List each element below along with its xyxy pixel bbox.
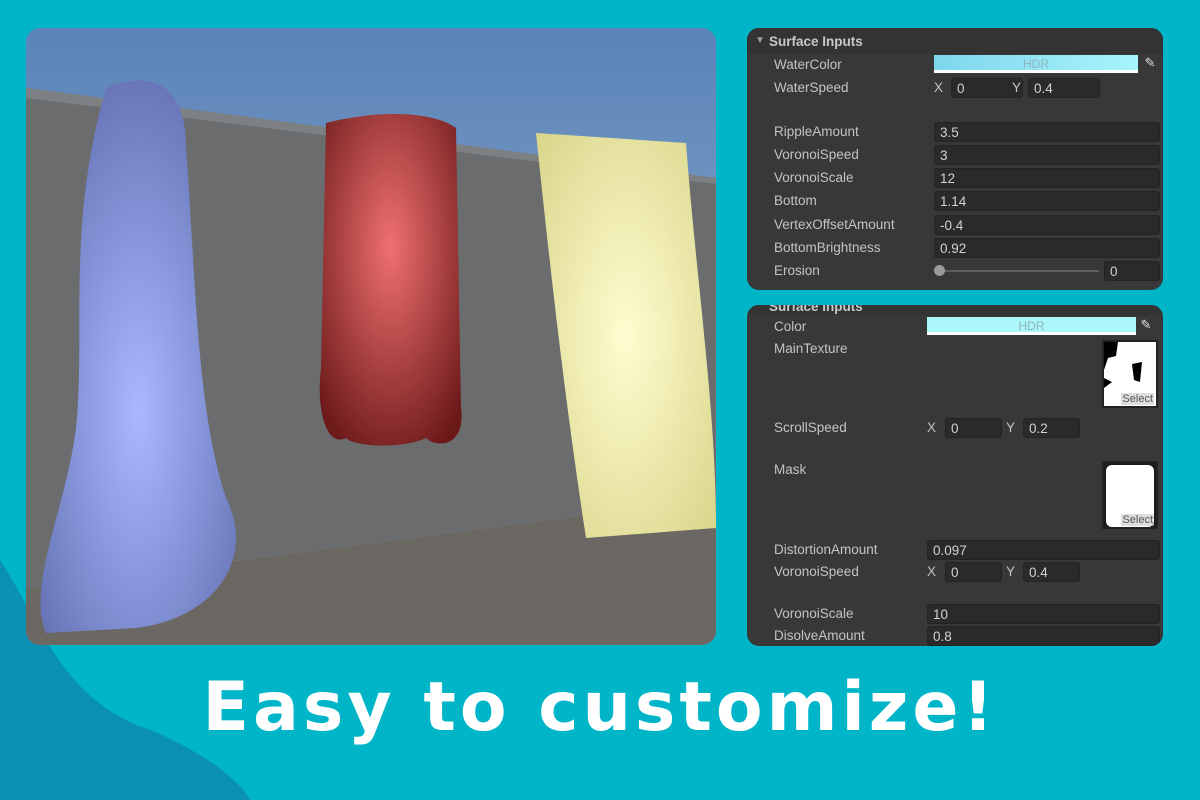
select-button[interactable]: Select	[1121, 514, 1154, 526]
scene-viewport[interactable]	[26, 28, 716, 645]
field-label: Bottom	[774, 193, 817, 208]
erosion-row: Erosion 0	[774, 261, 1160, 281]
x-label: X	[927, 420, 937, 435]
water-speed-y-input[interactable]: 0.4	[1028, 78, 1100, 98]
eyedropper-icon[interactable]: ✎	[1136, 317, 1156, 337]
select-button[interactable]: Select	[1121, 393, 1154, 405]
water-color-row: WaterColor HDR ✎	[774, 55, 1160, 75]
field-label: VoronoiSpeed	[774, 564, 859, 579]
eyedropper-icon[interactable]: ✎	[1140, 55, 1160, 75]
main-texture-slot[interactable]: Select	[1102, 340, 1158, 408]
vertex-offset-input[interactable]: -0.4	[934, 215, 1160, 235]
field-label: VoronoiScale	[774, 170, 854, 185]
bottom-row: Bottom 1.14	[774, 191, 1160, 211]
field-label: WaterSpeed	[774, 80, 849, 95]
y-label: Y	[1012, 80, 1022, 95]
ripple-amount-input[interactable]: 3.5	[934, 122, 1160, 142]
field-label: VertexOffsetAmount	[774, 217, 895, 232]
voronoi-speed-row: VoronoiSpeed X 0 Y 0.4	[774, 562, 1160, 582]
field-label: WaterColor	[774, 57, 842, 72]
field-label: DisolveAmount	[774, 628, 865, 643]
voronoi-scale-row: VoronoiScale 10	[774, 604, 1160, 624]
field-label: VoronoiSpeed	[774, 147, 859, 162]
ripple-amount-row: RippleAmount 3.5	[774, 122, 1160, 142]
voronoi-speed-y-input[interactable]: 0.4	[1023, 562, 1080, 582]
voronoi-speed-row: VoronoiSpeed 3	[774, 145, 1160, 165]
erosion-input[interactable]: 0	[1104, 261, 1160, 281]
field-label: Mask	[774, 462, 807, 477]
scroll-speed-y-input[interactable]: 0.2	[1023, 418, 1080, 438]
headline: Easy to customize!	[202, 668, 998, 747]
scene-render	[26, 28, 716, 645]
voronoi-scale-input[interactable]: 12	[934, 168, 1160, 188]
y-label: Y	[1006, 564, 1016, 579]
erosion-slider-track[interactable]	[939, 270, 1099, 272]
voronoi-scale-input[interactable]: 10	[927, 604, 1160, 624]
distortion-input[interactable]: 0.097	[927, 540, 1160, 560]
surface-inputs-foldout[interactable]: ▼ Surface Inputs	[747, 28, 1163, 54]
color-row: Color HDR ✎	[774, 317, 1160, 337]
section-title: Surface Inputs	[769, 34, 863, 49]
voronoi-speed-x-input[interactable]: 0	[945, 562, 1002, 582]
vertex-offset-row: VertexOffsetAmount -0.4	[774, 215, 1160, 235]
distortion-row: DistortionAmount 0.097	[774, 540, 1160, 560]
field-label: RippleAmount	[774, 124, 859, 139]
scroll-speed-row: ScrollSpeed X 0 Y 0.2	[774, 418, 1160, 438]
voronoi-speed-input[interactable]: 3	[934, 145, 1160, 165]
field-label: BottomBrightness	[774, 240, 881, 255]
field-label: VoronoiScale	[774, 606, 854, 621]
y-label: Y	[1006, 420, 1016, 435]
x-label: X	[934, 80, 944, 95]
bottom-brightness-input[interactable]: 0.92	[934, 238, 1160, 258]
surface-inputs-foldout[interactable]: Surface Inputs	[747, 305, 1163, 315]
x-label: X	[927, 564, 937, 579]
bottom-input[interactable]: 1.14	[934, 191, 1160, 211]
mask-texture-slot[interactable]: Select	[1102, 461, 1158, 529]
field-label: Erosion	[774, 263, 820, 278]
erosion-slider-thumb[interactable]	[934, 265, 945, 276]
dissolve-row: DisolveAmount 0.8	[774, 626, 1160, 646]
scroll-speed-x-input[interactable]: 0	[945, 418, 1002, 438]
field-label: ScrollSpeed	[774, 420, 847, 435]
fire-material-inspector: Surface Inputs Color HDR ✎ MainTexture S…	[747, 305, 1163, 646]
field-label: Color	[774, 319, 807, 334]
section-title: Surface Inputs	[769, 305, 863, 314]
dissolve-input[interactable]: 0.8	[927, 626, 1160, 646]
field-label: DistortionAmount	[774, 542, 878, 557]
water-speed-row: WaterSpeed X 0 Y 0.4	[774, 78, 1160, 98]
color-swatch[interactable]: HDR	[927, 317, 1136, 335]
foldout-triangle-icon[interactable]: ▼	[755, 35, 765, 46]
water-material-inspector: ▼ Surface Inputs WaterColor HDR ✎ WaterSp…	[747, 28, 1163, 290]
voronoi-scale-row: VoronoiScale 12	[774, 168, 1160, 188]
water-color-swatch[interactable]: HDR	[934, 55, 1138, 73]
field-label: MainTexture	[774, 341, 848, 356]
bottom-brightness-row: BottomBrightness 0.92	[774, 238, 1160, 258]
